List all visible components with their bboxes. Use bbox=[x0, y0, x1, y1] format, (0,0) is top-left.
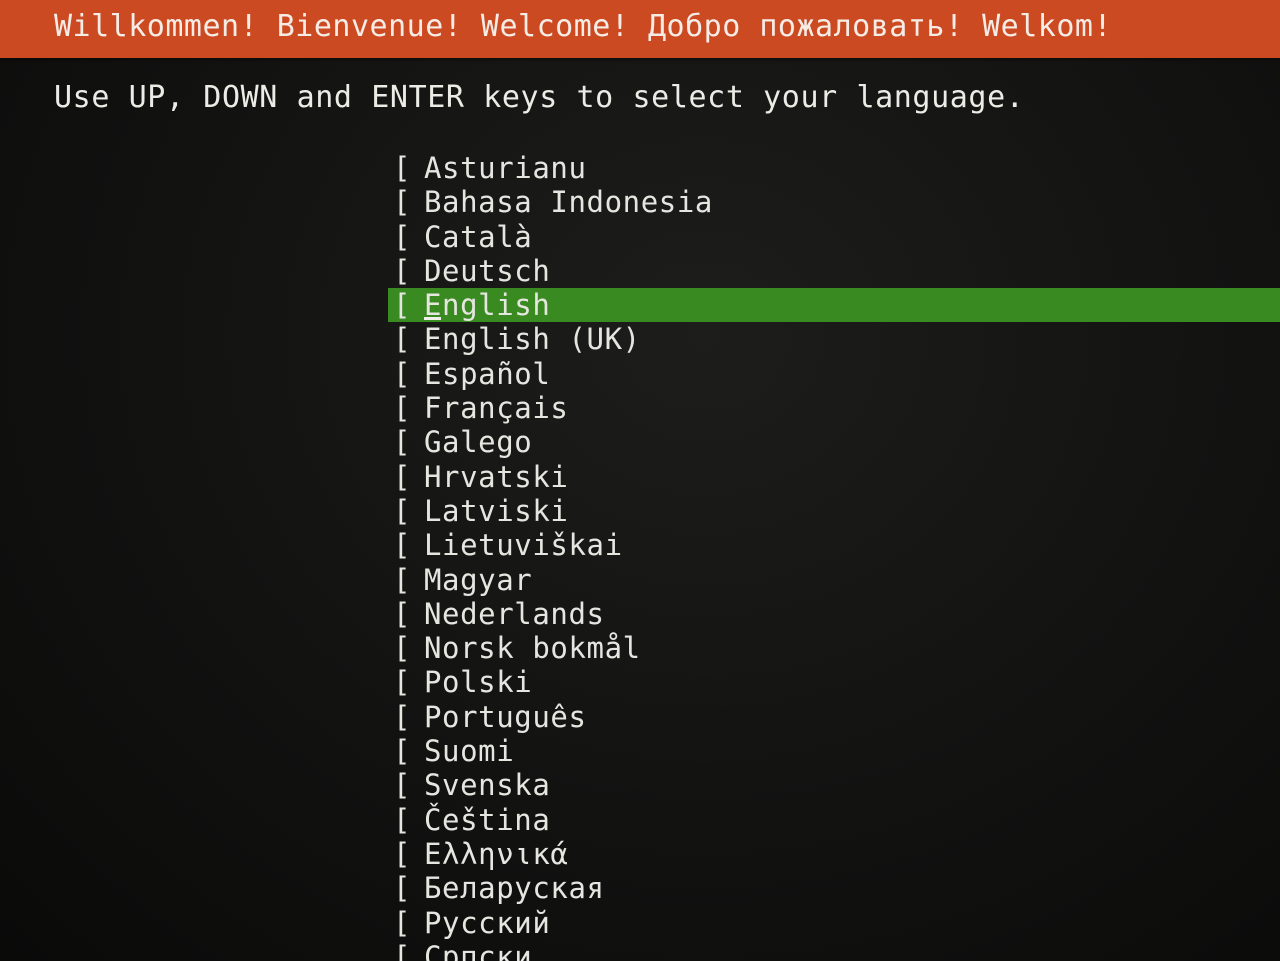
item-bracket: [ bbox=[393, 768, 411, 803]
language-label: English bbox=[424, 288, 551, 323]
language-label: Magyar bbox=[424, 562, 533, 597]
welcome-title: Willkommen! Bienvenue! Welcome! Добро по… bbox=[54, 9, 1113, 44]
language-label: Беларуская bbox=[424, 871, 605, 906]
language-label: Svenska bbox=[424, 768, 551, 803]
item-bracket: [ bbox=[393, 871, 411, 906]
language-item-lietuviskai[interactable]: [ Lietuviškai bbox=[0, 528, 1280, 562]
language-label: Hrvatski bbox=[424, 459, 569, 494]
item-bracket: [ bbox=[393, 185, 411, 220]
item-bracket: [ bbox=[393, 665, 411, 700]
language-label: Српски bbox=[424, 939, 533, 961]
language-item-english-selected[interactable]: [ English bbox=[388, 288, 1280, 323]
language-item-portugues[interactable]: [ Português bbox=[0, 700, 1280, 734]
item-bracket: [ bbox=[393, 631, 411, 666]
language-item-norsk-bokmal[interactable]: [ Norsk bokmål bbox=[0, 631, 1280, 665]
language-item-magyar[interactable]: [ Magyar bbox=[0, 563, 1280, 597]
language-item-deutsch[interactable]: [ Deutsch bbox=[0, 254, 1280, 288]
language-label: Latviski bbox=[424, 493, 569, 528]
item-bracket: [ bbox=[393, 253, 411, 288]
language-label: Deutsch bbox=[424, 253, 551, 288]
language-item-ellinika[interactable]: [ Ελληνικά bbox=[0, 837, 1280, 871]
item-bracket: [ bbox=[393, 528, 411, 563]
language-label: Nederlands bbox=[424, 596, 605, 631]
item-bracket: [ bbox=[393, 459, 411, 494]
language-label: Norsk bokmål bbox=[424, 631, 641, 666]
language-label: Русский bbox=[424, 905, 551, 940]
language-label: Asturianu bbox=[424, 151, 587, 185]
language-label: Français bbox=[424, 391, 569, 426]
language-label: Lietuviškai bbox=[424, 528, 623, 563]
language-item-suomi[interactable]: [ Suomi bbox=[0, 734, 1280, 768]
language-item-svenska[interactable]: [ Svenska bbox=[0, 768, 1280, 802]
item-bracket: [ bbox=[393, 322, 411, 357]
language-item-espanol[interactable]: [ Español bbox=[0, 357, 1280, 391]
language-label: Galego bbox=[424, 425, 533, 460]
language-item-srpski[interactable]: [ Српски bbox=[0, 940, 1280, 961]
language-item-nederlands[interactable]: [ Nederlands bbox=[0, 597, 1280, 631]
language-item-cestina[interactable]: [ Čeština bbox=[0, 803, 1280, 837]
language-item-catala[interactable]: [ Català bbox=[0, 220, 1280, 254]
language-label: Ελληνικά bbox=[424, 836, 569, 871]
item-bracket: [ bbox=[393, 596, 411, 631]
item-bracket: [ bbox=[393, 562, 411, 597]
item-bracket: [ bbox=[393, 905, 411, 940]
instructions-text: Use UP, DOWN and ENTER keys to select yo… bbox=[54, 80, 1025, 115]
language-item-polski[interactable]: [ Polski bbox=[0, 665, 1280, 699]
item-bracket: [ bbox=[393, 699, 411, 734]
language-item-bahasa-indonesia[interactable]: [ Bahasa Indonesia bbox=[0, 185, 1280, 219]
language-label: Português bbox=[424, 699, 587, 734]
language-label: Polski bbox=[424, 665, 533, 700]
language-item-english-uk[interactable]: [ English (UK) bbox=[0, 322, 1280, 356]
item-bracket: [ bbox=[393, 836, 411, 871]
language-label: Bahasa Indonesia bbox=[424, 185, 713, 220]
language-item-latviski[interactable]: [ Latviski bbox=[0, 494, 1280, 528]
item-bracket: [ bbox=[393, 425, 411, 460]
language-item-asturianu[interactable]: [ Asturianu bbox=[0, 151, 1280, 185]
item-bracket: [ bbox=[393, 734, 411, 769]
item-bracket: [ bbox=[393, 356, 411, 391]
language-list: [ Asturianu [ Bahasa Indonesia [ Català [ De… bbox=[0, 151, 1280, 961]
text-cursor bbox=[424, 317, 441, 321]
language-item-russkiy[interactable]: [ Русский bbox=[0, 906, 1280, 940]
item-bracket: [ bbox=[393, 391, 411, 426]
language-label: Català bbox=[424, 219, 533, 254]
item-bracket: [ bbox=[393, 288, 411, 323]
language-item-francais[interactable]: [ Français bbox=[0, 391, 1280, 425]
item-bracket: [ bbox=[393, 802, 411, 837]
language-label: English (UK) bbox=[424, 322, 641, 357]
language-label: Čeština bbox=[424, 802, 551, 837]
language-item-galego[interactable]: [ Galego bbox=[0, 425, 1280, 459]
language-item-belaruskaya[interactable]: [ Беларуская bbox=[0, 871, 1280, 905]
item-bracket: [ bbox=[393, 151, 411, 185]
language-label: Español bbox=[424, 356, 551, 391]
item-bracket: [ bbox=[393, 493, 411, 528]
language-label: Suomi bbox=[424, 734, 515, 769]
welcome-banner: Willkommen! Bienvenue! Welcome! Добро по… bbox=[0, 0, 1280, 58]
language-item-hrvatski[interactable]: [ Hrvatski bbox=[0, 460, 1280, 494]
item-bracket: [ bbox=[393, 939, 411, 961]
item-bracket: [ bbox=[393, 219, 411, 254]
